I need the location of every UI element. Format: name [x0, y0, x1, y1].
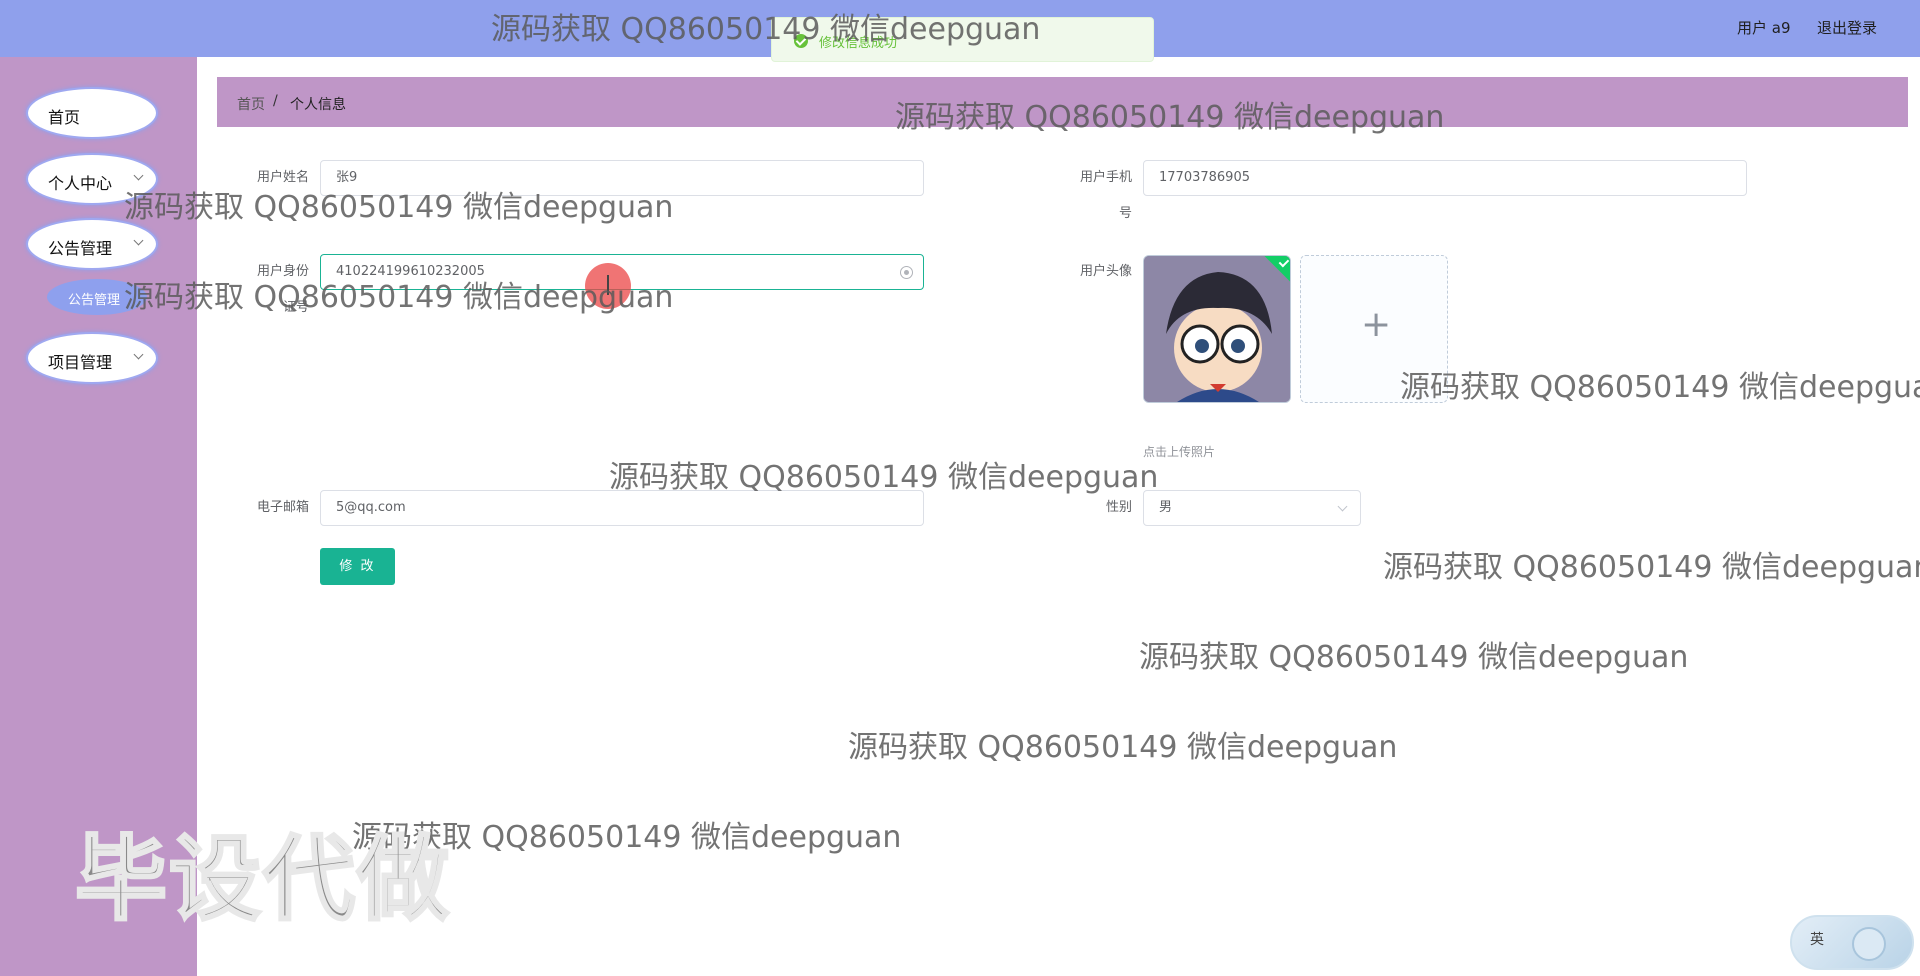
upload-tip: 点击上传照片 [1143, 445, 1216, 459]
watermark-text: 源码获取 QQ86050149 微信deepguan [848, 730, 1398, 765]
avatar-upload-button[interactable]: + [1300, 255, 1448, 403]
breadcrumb-home-link[interactable]: 首页 [237, 94, 265, 114]
success-toast: 修改信息成功 [771, 17, 1154, 62]
plus-icon: + [1361, 304, 1392, 345]
chevron-down-icon [133, 170, 144, 181]
chevron-down-icon [133, 235, 144, 246]
clear-icon[interactable] [900, 266, 913, 279]
id-card-label-line2: 证号 [282, 300, 309, 315]
gender-label: 性别 [1105, 500, 1132, 515]
gender-value: 男 [1159, 500, 1173, 515]
logout-link[interactable]: 退出登录 [1817, 17, 1877, 38]
phone-label-line1: 用户手机 [1079, 170, 1132, 185]
phone-label: 用户手机 [1072, 160, 1132, 196]
sidebar-item-label: 首页 [48, 108, 81, 127]
chevron-down-icon [1337, 501, 1348, 512]
watermark-text: 源码获取 QQ86050149 微信deepguan [352, 820, 902, 855]
sidebar-item-label: 公告管理 [48, 239, 113, 258]
watermark-text: 源码获取 QQ86050149 微信deepguan [1400, 370, 1920, 405]
email-label: 电子邮箱 [256, 500, 309, 515]
watermark-text: 源码获取 QQ86050149 微信deepguan [1139, 640, 1689, 675]
watermark-text: 源码获取 QQ86050149 微信deepguan [1383, 550, 1920, 585]
moon-icon [1852, 927, 1886, 961]
gender-select[interactable]: 男 [1143, 490, 1361, 526]
success-check-icon [794, 34, 808, 48]
phone-label-line2: 号 [1118, 206, 1132, 221]
cursor-highlight [585, 263, 631, 309]
cartoon-avatar-icon [1144, 256, 1290, 402]
current-user-label: 用户 a9 [1737, 19, 1791, 37]
name-label: 用户姓名 [256, 170, 309, 185]
edit-submit-button[interactable]: 修 改 [320, 548, 395, 585]
toast-message: 修改信息成功 [819, 36, 898, 51]
sidebar-item-notice-management[interactable]: 公告管理 [26, 218, 158, 270]
avatar-label: 用户头像 [1079, 264, 1132, 279]
avatar-image[interactable] [1143, 255, 1291, 403]
breadcrumb-current: 个人信息 [290, 97, 346, 113]
sidebar-item-home[interactable]: 首页 [26, 87, 158, 139]
sidebar-item-personal-center[interactable]: 个人中心 [26, 153, 158, 205]
phone-field[interactable]: 17703786905 [1143, 160, 1747, 196]
sidebar-item-project-management[interactable]: 项目管理 [26, 332, 158, 384]
breadcrumb-separator: / [273, 93, 278, 109]
email-field[interactable]: 5@qq.com [320, 490, 924, 526]
id-card-value: 410224199610232005 [336, 264, 485, 279]
id-card-label: 用户身份 [256, 264, 309, 279]
chevron-down-icon [133, 349, 144, 360]
sidebar-subitem-notice-management[interactable]: 公告管理 [47, 279, 147, 315]
sidebar-item-label: 个人中心 [48, 174, 113, 193]
name-field[interactable]: 张9 [320, 160, 924, 196]
breadcrumb: 首页 / 个人信息 [217, 77, 1908, 127]
ime-language-label: 英 [1810, 932, 1824, 948]
ime-widget[interactable]: 英 [1790, 915, 1914, 970]
sidebar: 首页 个人中心 公告管理 公告管理 项目管理 [0, 57, 197, 976]
sidebar-item-label: 项目管理 [48, 353, 113, 372]
sidebar-subitem-label: 公告管理 [68, 293, 121, 308]
